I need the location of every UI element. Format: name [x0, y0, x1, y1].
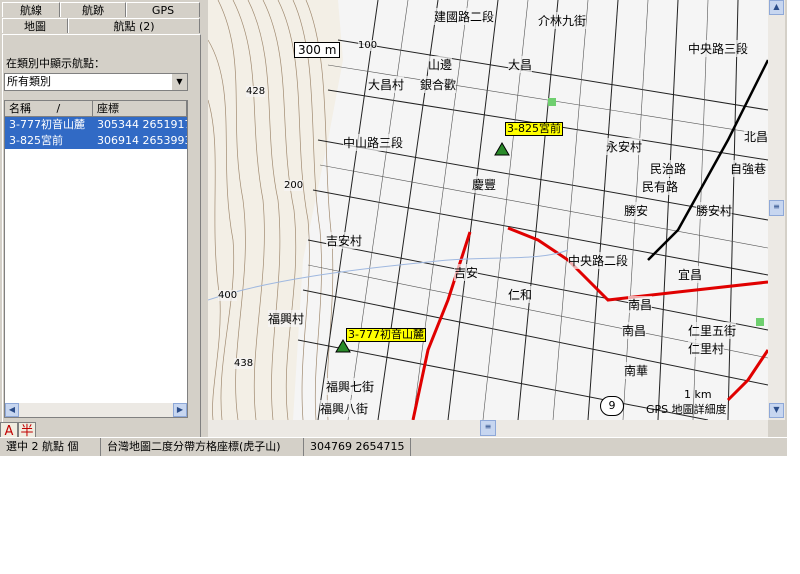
waypoint-label-hatsune[interactable]: 3-777初音山麓 — [346, 328, 426, 342]
road-label: 介林九街 — [538, 12, 587, 29]
route-line — [726, 349, 768, 402]
tab-row-1: 航線 航跡 GPS — [2, 2, 200, 18]
route-line — [507, 226, 768, 302]
road-label: 福興村 — [268, 310, 305, 327]
map-canvas[interactable] — [208, 0, 768, 420]
tab-row-2: 地圖 航點 (2) — [2, 18, 200, 34]
road-label: 宜昌 — [678, 266, 703, 283]
scroll-left-icon[interactable]: ◀ — [5, 403, 19, 417]
road-label: 吉安村 — [326, 232, 363, 249]
category-select-value: 所有類別 — [7, 75, 51, 88]
column-name-label: 名稱 — [9, 102, 31, 115]
waypoint-coord: 306914 2653993 — [97, 134, 188, 147]
scroll-up-icon[interactable]: ▲ — [769, 0, 784, 15]
app-window: 航線 航跡 GPS 地圖 航點 (2) 在類別中顯示航點： 所有類別 ▼ 名稱 … — [0, 0, 787, 456]
road-label: 中山路三段 — [343, 134, 404, 151]
status-grid-system: 台灣地圖二度分帶方格座標(虎子山) — [101, 438, 304, 456]
park-icon — [548, 98, 556, 106]
waypoint-list[interactable]: 名稱 / 座標 3-777初音山麓 305344 2651917 3-825宮前… — [4, 100, 188, 418]
tab-waypoints[interactable]: 航點 (2) — [68, 18, 200, 33]
road-label: 南華 — [624, 362, 649, 379]
waypoint-label-miyamae[interactable]: 3-825宮前 — [505, 122, 563, 136]
category-filter-label: 在類別中顯示航點： — [6, 57, 105, 70]
road-label: 中央路二段 — [568, 252, 629, 269]
contour-label: 100 — [358, 40, 378, 51]
column-coord[interactable]: 座標 — [93, 101, 187, 117]
scroll-thumb[interactable]: ≡ — [480, 420, 496, 436]
scale-300m: 300 m — [294, 42, 341, 58]
sidebar: 航線 航跡 GPS 地圖 航點 (2) 在類別中顯示航點： 所有類別 ▼ 名稱 … — [0, 0, 205, 440]
waypoint-name: 3-777初音山麓 — [9, 118, 85, 131]
category-select[interactable]: 所有類別 ▼ — [4, 73, 188, 91]
chevron-down-icon[interactable]: ▼ — [171, 74, 187, 90]
road-label: 大昌 — [508, 56, 533, 73]
road-label: 民有路 — [642, 178, 679, 195]
road-label: 永安村 — [606, 138, 643, 155]
list-horizontal-scrollbar[interactable]: ◀ ▶ — [5, 403, 187, 417]
road-label: 北昌 — [744, 128, 768, 145]
status-cursor-coord: 304769 2654715 — [304, 438, 412, 456]
road-label: 南昌 — [622, 322, 647, 339]
road-label: 民治路 — [650, 160, 687, 177]
road-label: 福興八街 — [320, 400, 369, 417]
mountain-area — [208, 0, 343, 420]
contour-label: 200 — [284, 180, 304, 191]
tab-routes[interactable]: 航線 — [2, 2, 60, 17]
contour-label: 428 — [246, 86, 266, 97]
scroll-down-icon[interactable]: ▼ — [769, 403, 784, 418]
road-label: 自強巷 — [730, 160, 767, 177]
map-detail-label: GPS 地圖詳細度 — [646, 403, 727, 416]
road-label: 福興七街 — [326, 378, 375, 395]
road-label: 山邊 — [428, 56, 453, 73]
road-label: 中央路三段 — [688, 40, 749, 57]
map-horizontal-scrollbar[interactable]: ≡ — [208, 420, 768, 437]
road-label: 大昌村 — [368, 76, 405, 93]
status-bar: 選中 2 航點 個 台灣地圖二度分帶方格座標(虎子山) 304769 26547… — [0, 437, 787, 456]
contour-label: 400 — [218, 290, 238, 301]
road-label: 建國路二段 — [434, 8, 495, 25]
tab-map[interactable]: 地圖 — [2, 18, 68, 33]
tab-tracks[interactable]: 航跡 — [60, 2, 126, 17]
list-item[interactable]: 3-825宮前 306914 2653993 — [5, 133, 187, 149]
road-label: 勝安村 — [696, 202, 733, 219]
scroll-thumb[interactable]: ≡ — [769, 200, 784, 216]
list-item[interactable]: 3-777初音山麓 305344 2651917 — [5, 117, 187, 133]
road-label: 慶豐 — [472, 176, 497, 193]
scale-1km: 1 km — [684, 388, 712, 401]
road-label: 仁里村 — [688, 340, 725, 357]
road-label: 仁里五街 — [688, 322, 737, 339]
road-label: 銀合歡 — [420, 76, 457, 93]
route-number-badge[interactable]: 9 — [600, 396, 624, 416]
tab-gps[interactable]: GPS — [126, 2, 200, 17]
park-icon — [756, 318, 764, 326]
waypoint-coord: 305344 2651917 — [97, 118, 188, 131]
road-label: 勝安 — [624, 202, 649, 219]
waypoint-name: 3-825宮前 — [9, 134, 63, 147]
waypoint-marker-icon[interactable] — [494, 142, 510, 156]
road-label: 南昌 — [628, 296, 653, 313]
list-header: 名稱 / 座標 — [5, 101, 187, 117]
sort-marker: / — [56, 102, 61, 115]
column-name[interactable]: 名稱 / — [5, 101, 93, 117]
map-view[interactable]: 300 m 3-825宮前 3-777初音山麓 建國路二段 介林九街 大昌 中山… — [208, 0, 768, 420]
status-waypoint-count: 選中 2 航點 個 — [0, 438, 101, 456]
contour-label: 438 — [234, 358, 254, 369]
scroll-right-icon[interactable]: ▶ — [173, 403, 187, 417]
road-label: 仁和 — [508, 286, 533, 303]
map-vertical-scrollbar[interactable]: ▲ ≡ ▼ — [768, 0, 785, 420]
road-label: 吉安 — [454, 264, 479, 281]
